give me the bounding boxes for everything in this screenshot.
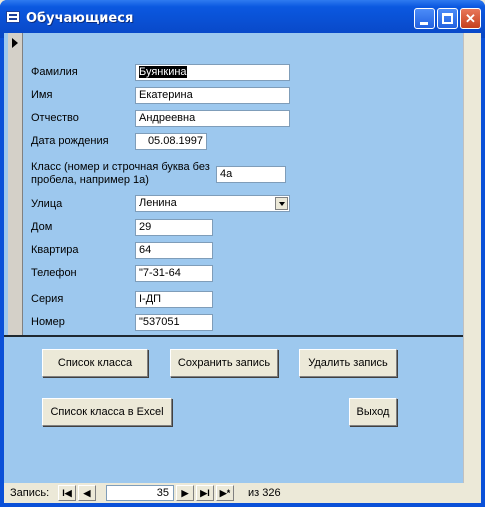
series-field[interactable]: I-ДП bbox=[135, 291, 213, 308]
class-list-excel-button[interactable]: Список класса в Excel bbox=[42, 398, 172, 426]
street-label: Улица bbox=[31, 198, 63, 210]
window-bottom-border bbox=[0, 503, 485, 507]
current-record-icon bbox=[12, 38, 18, 48]
birthdate-field[interactable]: 05.08.1997 bbox=[135, 133, 207, 150]
record-number-input[interactable]: 35 bbox=[106, 485, 174, 501]
class-label: Класс (номер и строчная буква без пробел… bbox=[31, 161, 210, 186]
phone-field[interactable]: "7-31-64 bbox=[135, 265, 213, 282]
record-total: 326 bbox=[262, 487, 281, 499]
series-label: Серия bbox=[31, 293, 64, 305]
record-navigation-bar: Запись: I◀ ◀ 35 ▶ ▶I ▶* из 326 bbox=[4, 483, 481, 503]
class-list-button[interactable]: Список класса bbox=[42, 349, 148, 377]
chevron-down-icon[interactable] bbox=[275, 197, 288, 210]
house-label: Дом bbox=[31, 221, 53, 233]
close-icon: ✕ bbox=[465, 11, 476, 26]
first-record-button[interactable]: I◀ bbox=[58, 485, 76, 501]
street-value: Ленина bbox=[139, 197, 177, 209]
surname-value: Буянкина bbox=[139, 66, 187, 78]
record-selector[interactable] bbox=[8, 33, 23, 335]
name-field[interactable]: Екатерина bbox=[135, 87, 290, 104]
save-record-button[interactable]: Сохранить запись bbox=[170, 349, 278, 377]
form-area: Фамилия Буянкина Имя Екатерина Отчество … bbox=[4, 33, 481, 483]
surname-label: Фамилия bbox=[31, 66, 78, 78]
maximize-button[interactable] bbox=[437, 8, 458, 29]
patronymic-field[interactable]: Андреевна bbox=[135, 110, 290, 127]
next-record-button[interactable]: ▶ bbox=[176, 485, 194, 501]
close-button[interactable]: ✕ bbox=[460, 8, 481, 29]
form-icon bbox=[6, 11, 20, 23]
vertical-scrollbar[interactable] bbox=[463, 33, 481, 483]
window: Обучающиеся ✕ Фамилия Буянкина Имя Екате… bbox=[0, 0, 485, 507]
maximize-icon bbox=[442, 13, 453, 24]
window-title: Обучающиеся bbox=[26, 11, 134, 26]
minimize-icon bbox=[420, 22, 428, 25]
number-field[interactable]: "537051 bbox=[135, 314, 213, 331]
record-label: Запись: bbox=[10, 487, 50, 499]
street-dropdown[interactable]: Ленина bbox=[135, 195, 290, 212]
surname-field[interactable]: Буянкина bbox=[135, 64, 290, 81]
new-record-button[interactable]: ▶* bbox=[216, 485, 234, 501]
house-field[interactable]: 29 bbox=[135, 219, 213, 236]
of-label: из bbox=[248, 487, 260, 499]
previous-record-button[interactable]: ◀ bbox=[78, 485, 96, 501]
minimize-button[interactable] bbox=[414, 8, 435, 29]
apartment-label: Квартира bbox=[31, 244, 79, 256]
apartment-field[interactable]: 64 bbox=[135, 242, 213, 259]
birthdate-label: Дата рождения bbox=[31, 135, 109, 147]
number-label: Номер bbox=[31, 316, 65, 328]
exit-button[interactable]: Выход bbox=[349, 398, 397, 426]
phone-label: Телефон bbox=[31, 267, 77, 279]
last-record-button[interactable]: ▶I bbox=[196, 485, 214, 501]
class-field[interactable]: 4а bbox=[216, 166, 286, 183]
name-label: Имя bbox=[31, 89, 53, 101]
delete-record-button[interactable]: Удалить запись bbox=[299, 349, 397, 377]
section-divider bbox=[4, 335, 463, 337]
patronymic-label: Отчество bbox=[31, 112, 79, 124]
record-count-label: из 326 bbox=[248, 487, 281, 499]
